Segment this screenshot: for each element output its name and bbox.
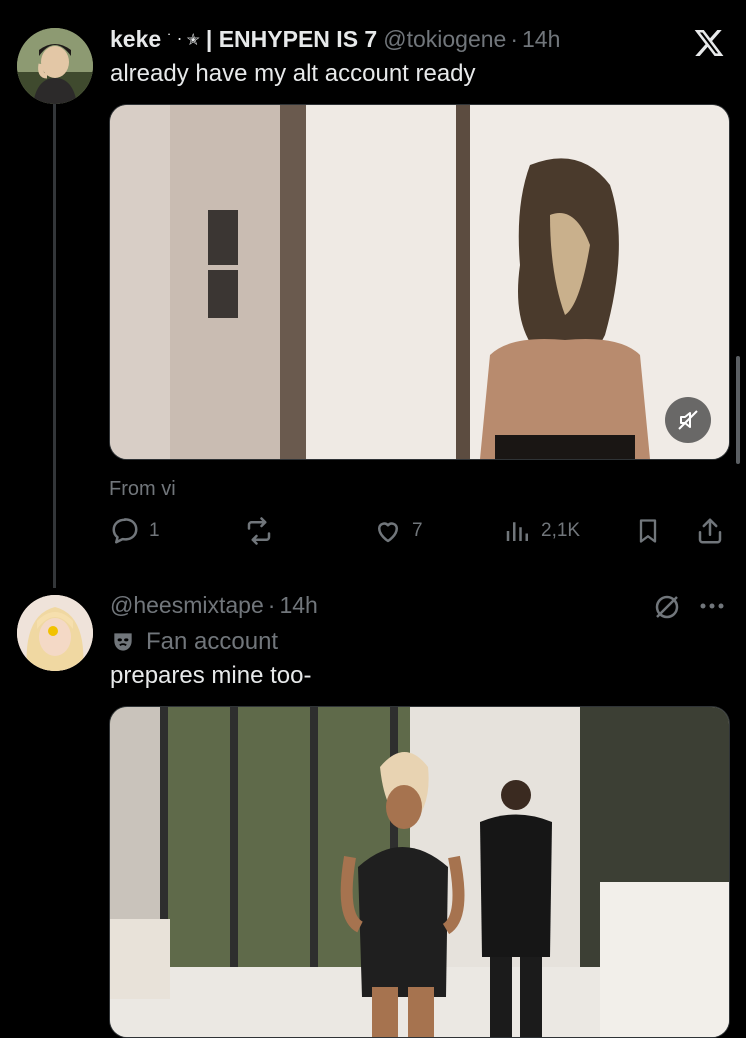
mask-icon (114, 633, 132, 651)
account-label: Fan account (110, 628, 278, 656)
reply-count: 1 (149, 520, 160, 541)
muted-speaker-icon (678, 410, 698, 430)
view-count: 2,1K (541, 520, 581, 541)
tweet-header: @heesmixtape · 14h (110, 592, 318, 619)
author-emoji: ˙ ‧ ✭ (167, 31, 200, 49)
scrollbar[interactable] (736, 356, 740, 464)
mute-toggle-button[interactable] (665, 397, 711, 443)
like-button[interactable]: 7 (372, 516, 423, 546)
author-name-suffix[interactable]: | ENHYPEN IS 7 (206, 26, 377, 53)
tweet-video[interactable] (109, 706, 730, 1038)
avatar-photo (17, 595, 93, 671)
thread-connector-line (53, 104, 56, 588)
reply-button[interactable]: 1 (109, 516, 160, 546)
tweet-text: prepares mine too- (110, 662, 312, 689)
video-frame (110, 707, 729, 1037)
repost-icon (247, 517, 271, 545)
repost-button[interactable] (243, 516, 283, 546)
avatar[interactable] (17, 595, 93, 671)
reply-icon (112, 518, 138, 544)
avatar-photo (17, 28, 93, 104)
author-name[interactable]: keke (110, 26, 161, 53)
more-options-icon[interactable] (697, 594, 727, 618)
heart-icon (378, 522, 398, 543)
tweet-text: already have my alt account ready (110, 60, 476, 87)
share-button[interactable] (695, 516, 725, 546)
x-logo-icon[interactable] (693, 27, 725, 59)
like-count: 7 (412, 520, 423, 541)
views-button[interactable]: 2,1K (503, 516, 580, 546)
video-frame (110, 105, 729, 459)
separator-dot: · (267, 592, 276, 618)
account-label-text: Fan account (146, 628, 279, 655)
bookmark-icon (639, 519, 657, 543)
analytics-icon (506, 522, 528, 541)
avatar[interactable] (17, 28, 93, 104)
bookmark-button[interactable] (634, 516, 662, 546)
tweet-header: keke ˙ ‧ ✭ | ENHYPEN IS 7 @tokiogene · 1… (110, 26, 560, 53)
grok-icon[interactable] (652, 592, 682, 622)
separator-dot: · (510, 26, 518, 52)
timestamp[interactable]: 14h (522, 26, 560, 53)
share-icon (698, 518, 722, 544)
tweet-video[interactable] (109, 104, 730, 460)
author-handle[interactable]: @tokiogene (383, 26, 506, 53)
timestamp[interactable]: 14h (279, 592, 317, 619)
source-label: From vi (109, 478, 176, 500)
author-handle[interactable]: @heesmixtape (110, 592, 264, 619)
